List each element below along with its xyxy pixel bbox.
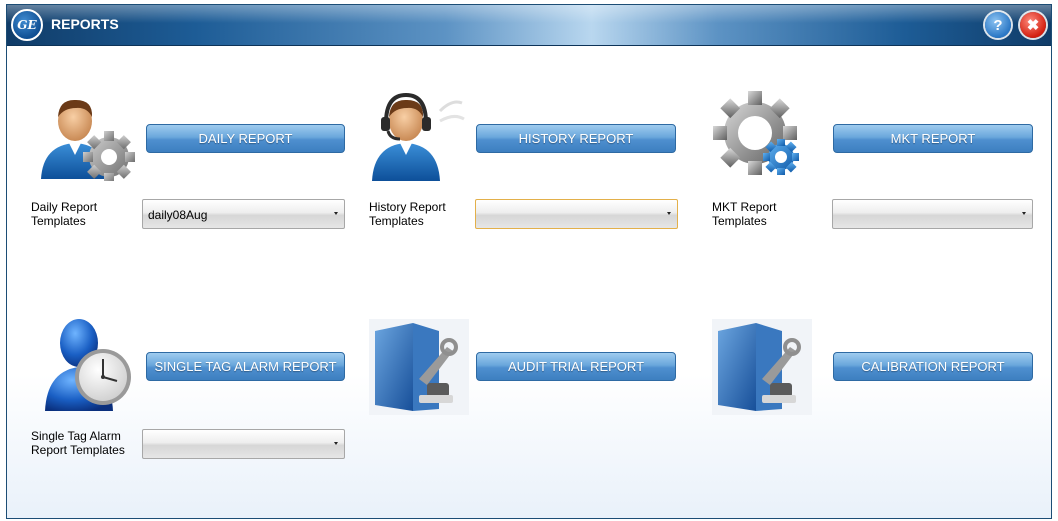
single-tag-alarm-report-button[interactable]: SINGLE TAG ALARM REPORT xyxy=(146,352,345,381)
reports-window: GE REPORTS ? ✖ DAILY REPORT Daily Report… xyxy=(6,4,1052,519)
gears-icon xyxy=(713,91,799,175)
chevron-down-icon xyxy=(667,212,671,215)
audit-trial-report-button[interactable]: AUDIT TRIAL REPORT xyxy=(476,352,676,381)
history-report-button[interactable]: HISTORY REPORT xyxy=(476,124,676,153)
mkt-report-button[interactable]: MKT REPORT xyxy=(833,124,1033,153)
daily-report-button[interactable]: DAILY REPORT xyxy=(146,124,345,153)
close-button[interactable]: ✖ xyxy=(1020,12,1046,38)
help-button[interactable]: ? xyxy=(985,12,1011,38)
history-templates-label: History Report Templates xyxy=(369,200,446,228)
history-template-select[interactable] xyxy=(475,199,678,229)
daily-template-select[interactable]: daily08Aug xyxy=(142,199,345,229)
folder-tools-icon xyxy=(369,319,469,415)
ge-logo-icon: GE xyxy=(11,9,43,41)
single-tag-template-select[interactable] xyxy=(142,429,345,459)
folder-tools-icon xyxy=(712,319,812,415)
daily-templates-label: Daily Report Templates xyxy=(31,200,98,228)
mkt-templates-label: MKT Report Templates xyxy=(712,200,777,228)
title-bar: GE REPORTS ? ✖ xyxy=(7,5,1051,46)
mkt-template-select[interactable] xyxy=(832,199,1033,229)
user-headset-icon xyxy=(372,92,465,181)
user-clock-icon xyxy=(45,319,131,411)
daily-template-value: daily08Aug xyxy=(148,208,208,222)
chevron-down-icon xyxy=(334,212,338,215)
user-gear-icon xyxy=(41,99,135,181)
chevron-down-icon xyxy=(334,442,338,445)
calibration-report-button[interactable]: CALIBRATION REPORT xyxy=(833,352,1033,381)
single-tag-templates-label: Single Tag Alarm Report Templates xyxy=(31,429,125,457)
window-title: REPORTS xyxy=(51,16,119,32)
chevron-down-icon xyxy=(1022,212,1026,215)
